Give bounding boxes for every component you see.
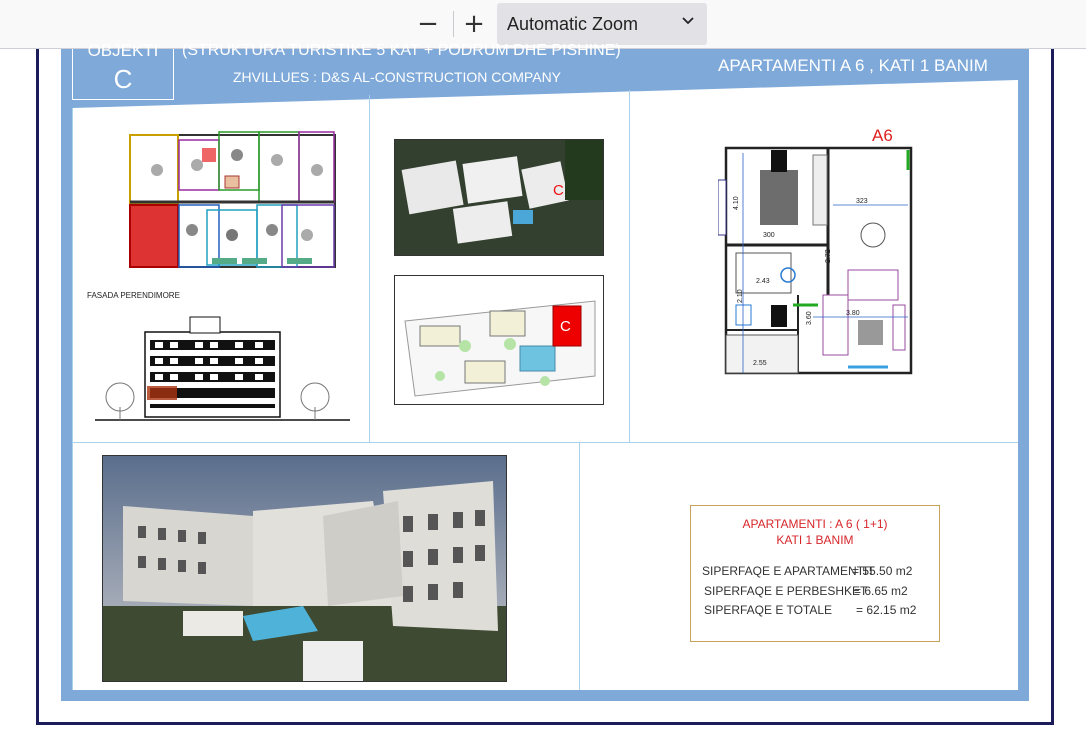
structure-subtitle: (STRUKTURA TURISTIKE 5 KAT + PODRUM DHE … xyxy=(182,42,621,59)
grid-divider xyxy=(629,90,630,442)
grid-divider xyxy=(72,442,1018,443)
zoom-select[interactable]: Automatic Zoom xyxy=(497,3,707,45)
info-row-label: SIPERFAQE E APARTAMENTIT xyxy=(702,564,875,578)
info-title-line1: APARTAMENTI : A 6 ( 1+1) xyxy=(742,517,888,531)
object-box: OBJEKTI C xyxy=(72,41,174,100)
grid-divider xyxy=(72,108,73,690)
apartment-marker: A6 xyxy=(872,126,893,145)
plan-dim: 3.80 xyxy=(846,310,860,317)
plan-dim: 323 xyxy=(856,198,868,205)
grid-divider xyxy=(369,95,370,442)
building-render xyxy=(102,455,507,682)
info-row-value: = 62.15 m2 xyxy=(856,603,917,617)
site-marker: C xyxy=(560,318,571,335)
info-row: SIPERFAQE E APARTAMENTIT = 55.50 m2 xyxy=(702,564,912,578)
apartment-info-box: APARTAMENTI : A 6 ( 1+1) KATI 1 BANIM SI… xyxy=(690,505,940,642)
object-letter: C xyxy=(113,64,133,94)
info-row-label: SIPERFAQE E PERBESHKET xyxy=(704,584,868,598)
plan-dim: 2.10 xyxy=(737,289,744,303)
facade-drawing xyxy=(95,312,350,424)
grid-divider xyxy=(579,442,580,690)
info-title-line2: KATI 1 BANIM xyxy=(776,533,854,547)
floor-plan-overview xyxy=(127,130,337,270)
apartment-floor-plan: 323 300 4.10 2.72 3.80 2.43 3.60 2.10 2.… xyxy=(718,145,918,385)
toolbar-separator xyxy=(453,11,454,37)
zoom-in-button[interactable]: + xyxy=(458,8,490,40)
object-label: OBJEKTI xyxy=(87,41,159,60)
facade-label: FASADA PERENDIMORE xyxy=(87,291,180,300)
info-title: APARTAMENTI : A 6 ( 1+1) KATI 1 BANIM xyxy=(691,516,939,548)
info-row-value: = 6.65 m2 xyxy=(854,584,908,598)
zoom-out-button[interactable]: − xyxy=(412,8,444,40)
plan-dim: 300 xyxy=(763,232,775,239)
info-row: SIPERFAQE E TOTALE = 62.15 m2 xyxy=(704,603,916,617)
info-row: SIPERFAQE E PERBESHKET = 6.65 m2 xyxy=(704,584,908,598)
developer-label: ZHVILLUES : D&S AL-CONSTRUCTION COMPANY xyxy=(233,69,562,85)
site-plan xyxy=(394,275,604,405)
info-row-value: = 55.50 m2 xyxy=(852,564,913,578)
plan-dim: 3.60 xyxy=(806,311,813,325)
plan-dim: 2.72 xyxy=(825,249,832,263)
info-row-label: SIPERFAQE E TOTALE xyxy=(704,603,833,617)
plan-dim: 4.10 xyxy=(733,196,740,210)
aerial-marker: C xyxy=(553,182,564,199)
plan-dim: 2.43 xyxy=(756,278,770,285)
chevron-down-icon xyxy=(681,14,695,32)
apartment-title: APARTAMENTI A 6 , KATI 1 BANIM xyxy=(718,56,988,75)
zoom-value: Automatic Zoom xyxy=(507,13,639,34)
plan-dim: 2.55 xyxy=(753,360,767,367)
aerial-image xyxy=(394,139,604,256)
